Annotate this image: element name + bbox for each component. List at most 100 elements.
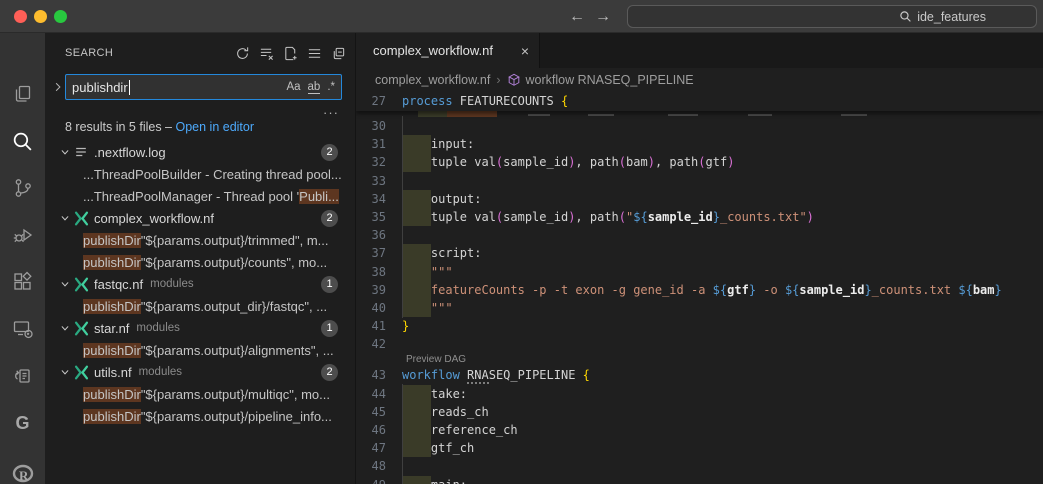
code-content: """	[402, 263, 1043, 281]
code-line-43[interactable]: 43workflow RNASEQ_PIPELINE {	[356, 366, 1043, 384]
code-line-41[interactable]: 41}	[356, 317, 1043, 335]
line-number: 31	[356, 135, 402, 153]
code-line-40[interactable]: 40 """	[356, 299, 1043, 317]
chevron-down-icon[interactable]	[57, 323, 73, 333]
code-content	[402, 172, 1043, 190]
clear-search-results-icon[interactable]	[257, 44, 275, 62]
activity-bar-item-source-control-icon[interactable]	[0, 173, 45, 203]
vscode-window: ← → ide_features GR SEARCH publishdir Aa…	[0, 0, 1043, 484]
code-line-47[interactable]: 47 gtf_ch	[356, 439, 1043, 457]
file-name: complex_workflow.nf	[94, 211, 214, 226]
chevron-down-icon[interactable]	[57, 367, 73, 377]
match-count-badge: 1	[321, 320, 338, 337]
code-line-39[interactable]: 39 featureCounts -p -t exon -g gene_id -…	[356, 281, 1043, 299]
chevron-down-icon[interactable]	[57, 213, 73, 223]
chevron-down-icon[interactable]	[57, 279, 73, 289]
refresh-icon[interactable]	[233, 44, 251, 62]
code-editor[interactable]: 27process FEATURECOUNTS { 3031 input:32 …	[356, 92, 1043, 484]
search-match-row[interactable]: publishDir "${params.output}/multiqc", m…	[45, 383, 355, 405]
whole-word-toggle[interactable]: ab	[308, 81, 321, 94]
code-content	[402, 226, 1043, 244]
match-highlight: publishDir	[83, 299, 141, 314]
code-content: output:	[402, 190, 1043, 208]
code-content: """	[402, 299, 1043, 317]
view-as-list-icon[interactable]	[305, 44, 323, 62]
code-line-36[interactable]: 36	[356, 226, 1043, 244]
breadcrumb: complex_workflow.nf › workflow RNASEQ_PI…	[356, 68, 1043, 92]
activity-bar-item-search-icon[interactable]	[0, 126, 45, 156]
toggle-search-details-button[interactable]: ···	[323, 105, 339, 120]
code-line-49[interactable]: 49 main:	[356, 476, 1043, 484]
code-line-44[interactable]: 44 take:	[356, 385, 1043, 403]
match-case-toggle[interactable]: Aa	[286, 81, 300, 94]
tab-complex-workflow[interactable]: complex_workflow.nf ×	[356, 33, 540, 68]
code-line-46[interactable]: 46 reference_ch	[356, 421, 1043, 439]
nextflow-file-icon	[73, 321, 89, 336]
search-file-row[interactable]: utils.nfmodules2	[45, 361, 355, 383]
line-number: 39	[356, 281, 402, 299]
breadcrumb-symbol[interactable]: workflow RNASEQ_PIPELINE	[507, 73, 694, 87]
activity-bar-item-r-language-icon[interactable]: R	[0, 459, 45, 484]
match-highlight: publishDir	[83, 343, 141, 358]
sticky-scroll-line[interactable]: 27process FEATURECOUNTS {	[356, 92, 1043, 111]
code-line-34[interactable]: 34 output:	[356, 190, 1043, 208]
breadcrumb-file[interactable]: complex_workflow.nf	[370, 73, 490, 87]
search-sidebar: SEARCH publishdir Aa ab .* ··· 8 results…	[45, 33, 355, 484]
navigate-forward-button[interactable]: →	[592, 6, 614, 28]
zoom-window-button[interactable]	[54, 10, 67, 23]
regex-toggle[interactable]: .*	[327, 81, 335, 94]
command-center-query: ide_features	[917, 10, 986, 24]
codelens-preview-dag[interactable]: Preview DAG	[356, 353, 1043, 366]
search-match-row[interactable]: publishDir "${params.output}/counts", mo…	[45, 251, 355, 273]
command-center-search[interactable]: ide_features	[627, 5, 1037, 28]
code-line-48[interactable]: 48	[356, 457, 1043, 475]
open-in-editor-link[interactable]: Open in editor	[175, 120, 254, 134]
search-file-row[interactable]: fastqc.nfmodules1	[45, 273, 355, 295]
code-content: workflow RNASEQ_PIPELINE {	[402, 366, 1043, 384]
code-line-35[interactable]: 35 tuple val(sample_id), path("${sample_…	[356, 208, 1043, 226]
code-line-37[interactable]: 37 script:	[356, 244, 1043, 262]
collapse-all-icon[interactable]	[329, 44, 347, 62]
line-number: 30	[356, 117, 402, 135]
navigate-back-button[interactable]: ←	[566, 6, 588, 28]
code-line-45[interactable]: 45 reads_ch	[356, 403, 1043, 421]
close-tab-icon[interactable]: ×	[521, 43, 529, 59]
search-match-row[interactable]: publishDir "${params.output}/pipeline_in…	[45, 405, 355, 427]
code-line-27[interactable]: 27process FEATURECOUNTS {	[356, 92, 1043, 110]
toggle-replace-chevron-icon[interactable]	[51, 82, 65, 92]
file-description: modules	[136, 322, 179, 334]
chevron-down-icon[interactable]	[57, 147, 73, 157]
code-line-32[interactable]: 32 tuple val(sample_id), path(bam), path…	[356, 153, 1043, 171]
line-number: 37	[356, 244, 402, 262]
search-input[interactable]: publishdir Aa ab .*	[65, 74, 342, 100]
code-line-33[interactable]: 33	[356, 172, 1043, 190]
activity-bar-item-run-debug-icon[interactable]	[0, 220, 45, 250]
search-match-row[interactable]: publishDir "${params.output}/trimmed", m…	[45, 229, 355, 251]
activity-bar-item-remote-explorer-icon[interactable]	[0, 314, 45, 344]
code-line-38[interactable]: 38 """	[356, 263, 1043, 281]
code-line-30[interactable]: 30	[356, 117, 1043, 135]
nextflow-file-icon	[73, 211, 89, 226]
match-highlight: publishDir	[83, 255, 141, 270]
line-number: 45	[356, 403, 402, 421]
search-match-row[interactable]: ...ThreadPoolManager - Thread pool 'Publ…	[45, 185, 355, 207]
code-line-31[interactable]: 31 input:	[356, 135, 1043, 153]
search-file-row[interactable]: .nextflow.log2	[45, 141, 355, 163]
activity-bar-item-explorer-icon[interactable]	[0, 79, 45, 109]
code-content: input:	[402, 135, 1043, 153]
search-file-row[interactable]: star.nfmodules1	[45, 317, 355, 339]
activity-bar-item-gitlens-icon[interactable]: G	[0, 408, 45, 438]
close-window-button[interactable]	[14, 10, 27, 23]
search-match-row[interactable]: ...ThreadPoolBuilder - Creating thread p…	[45, 163, 355, 185]
search-match-row[interactable]: publishDir "${params.output}/alignments"…	[45, 339, 355, 361]
line-number: 33	[356, 172, 402, 190]
search-file-row[interactable]: complex_workflow.nf2	[45, 207, 355, 229]
minimize-window-button[interactable]	[34, 10, 47, 23]
search-match-row[interactable]: publishDir "${params.output_dir}/fastqc"…	[45, 295, 355, 317]
code-line-42[interactable]: 42	[356, 335, 1043, 353]
open-new-search-editor-icon[interactable]	[281, 44, 299, 62]
activity-bar-item-extensions-icon[interactable]	[0, 267, 45, 297]
activity-bar-item-task-report-icon[interactable]	[0, 361, 45, 391]
line-number: 38	[356, 263, 402, 281]
match-text: "${params.output}/counts", mo...	[141, 255, 327, 270]
